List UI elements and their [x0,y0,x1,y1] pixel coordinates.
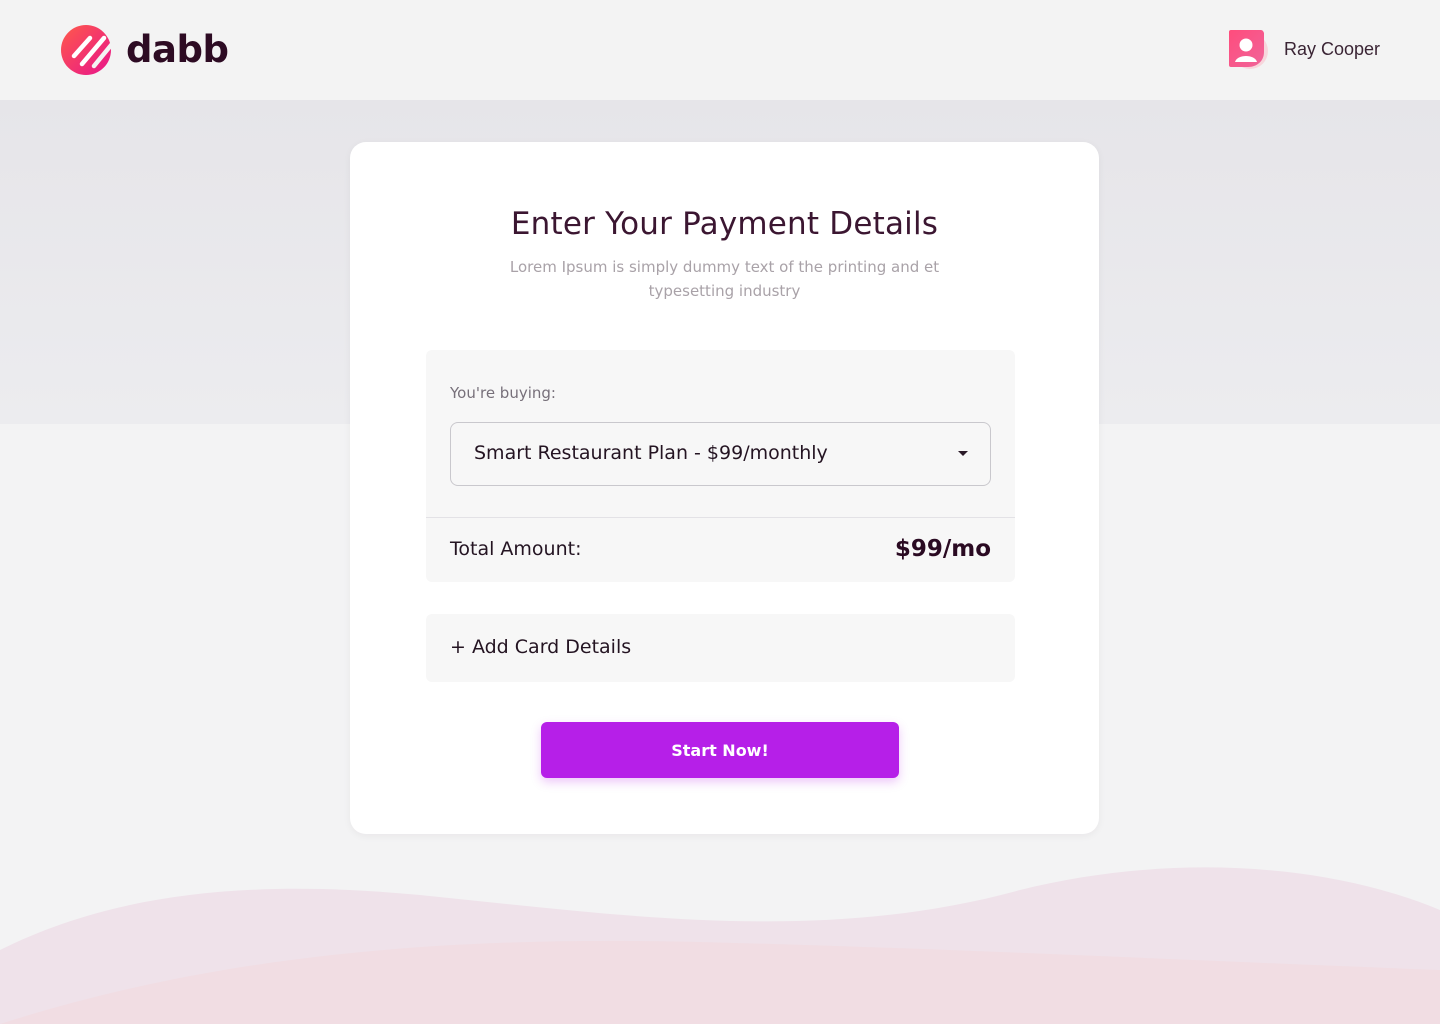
add-card-details-label: + Add Card Details [450,636,632,658]
plan-select[interactable]: Smart Restaurant Plan - $99/monthly [450,422,991,486]
payment-card: Enter Your Payment Details Lorem Ipsum i… [350,142,1099,834]
caret-down-icon [958,451,968,456]
total-amount-value: $99/mo [894,536,991,562]
payment-page: dabb Ray Cooper Enter Your Payment Detai… [0,0,1440,1024]
buying-label: You're buying: [450,384,556,402]
plan-select-value: Smart Restaurant Plan - $99/monthly [474,442,828,464]
add-card-details-button[interactable]: + Add Card Details [426,614,1015,682]
logo-text: dabb [126,28,229,71]
divider [426,517,1015,518]
user-name: Ray Cooper [1283,38,1380,59]
page-subtitle: Lorem Ipsum is simply dummy text of the … [509,258,940,300]
top-header: dabb Ray Cooper [0,0,1440,100]
purchase-summary: You're buying: Smart Restaurant Plan - $… [426,350,1015,582]
user-avatar-icon [1228,30,1268,69]
start-now-button[interactable]: Start Now! [541,722,899,778]
user-menu[interactable]: Ray Cooper [1227,28,1380,70]
page-title: Enter Your Payment Details [510,206,939,242]
total-amount-label: Total Amount: [450,538,582,560]
logo[interactable]: dabb [60,24,229,76]
logo-mark-icon [61,25,114,75]
background-waves [0,867,1440,1024]
